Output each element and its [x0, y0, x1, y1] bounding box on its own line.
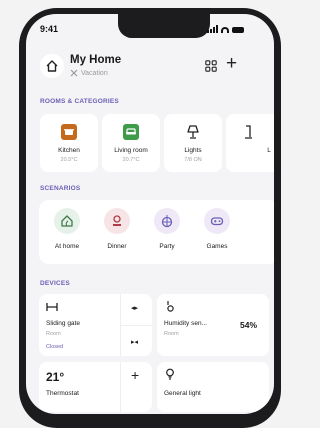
- home-button[interactable]: [40, 54, 64, 78]
- device-name: Humidity sen...: [164, 320, 207, 327]
- device-state: Closed: [46, 344, 64, 350]
- scenario-party[interactable]: Party: [145, 208, 189, 250]
- lamp-icon: [244, 124, 260, 140]
- scenario-label: Party: [159, 243, 175, 250]
- add-button[interactable]: +: [226, 54, 237, 73]
- scenario-label: Dinner: [107, 243, 127, 250]
- room-name: Living room: [114, 147, 148, 154]
- thermostat-value: 21°: [46, 370, 65, 384]
- room-card-lights[interactable]: Lights 7/8 ON: [164, 114, 222, 172]
- home-leaf-icon: [54, 208, 80, 234]
- room-card-kitchen[interactable]: Kitchen 20.5°C: [40, 114, 98, 172]
- device-name: Sliding gate: [46, 320, 80, 327]
- device-room: Room: [164, 331, 179, 337]
- status-time: 9:41: [40, 24, 59, 34]
- device-room: Room: [46, 331, 61, 337]
- devices-section-label: DEVICES: [40, 280, 70, 287]
- scenario-label: Games: [206, 243, 228, 250]
- scenario-at-home[interactable]: At home: [45, 208, 89, 250]
- grid-view-button[interactable]: [205, 59, 217, 77]
- home-subtitle-text: Vacation: [81, 69, 108, 77]
- humidity-value: 54%: [240, 320, 258, 330]
- gamepad-icon: [204, 208, 230, 234]
- device-card-sliding-gate[interactable]: Sliding gate Room Closed ◂▸ ▸◂: [39, 294, 152, 356]
- humidity-icon: [167, 301, 174, 312]
- header: My Home Vacation +: [40, 54, 260, 88]
- device-card-humidity[interactable]: Humidity sen... Room 54%: [157, 294, 269, 356]
- grid-icon: [205, 60, 217, 72]
- room-temp: 20.5°C: [60, 157, 78, 163]
- dinner-icon: [104, 208, 130, 234]
- bulb-icon: [166, 368, 174, 380]
- lights-count: 7/8 ON: [184, 157, 202, 163]
- room-card-living-room[interactable]: Living room 20.7°C: [102, 114, 160, 172]
- gate-icon: [46, 303, 58, 311]
- device-card-thermostat[interactable]: 21° Thermostat +: [39, 362, 152, 412]
- home-subtitle: Vacation: [70, 69, 108, 77]
- signal-icon: [207, 25, 218, 33]
- gate-open-button[interactable]: ◂▸: [131, 304, 138, 312]
- room-name: L: [267, 147, 271, 154]
- pot-icon: [61, 124, 77, 140]
- divider: [121, 325, 152, 326]
- status-icons: [207, 25, 244, 33]
- house-icon: [46, 60, 58, 72]
- room-name: Kitchen: [58, 147, 80, 154]
- sofa-icon: [123, 124, 139, 140]
- notch: [118, 14, 210, 38]
- page-title: My Home: [70, 54, 122, 66]
- gate-close-button[interactable]: ▸◂: [131, 338, 138, 346]
- rooms-section-label: ROOMS & CATEGORIES: [40, 98, 119, 105]
- divider: [120, 362, 121, 412]
- scenario-label: At home: [54, 243, 80, 250]
- app-screen: 9:41 My Home Vacation + ROOMS & CATEGORI…: [26, 14, 274, 414]
- lamp-icon: [185, 124, 201, 140]
- disco-ball-icon: [154, 208, 180, 234]
- scenarios-panel: At home Dinner Party Games: [39, 200, 274, 264]
- scenario-dinner[interactable]: Dinner: [95, 208, 139, 250]
- vacation-icon: [70, 69, 78, 77]
- scenarios-section-label: SCENARIOS: [40, 185, 81, 192]
- wifi-icon: [221, 27, 229, 33]
- device-card-general-light[interactable]: General light: [157, 362, 269, 412]
- room-card-partial[interactable]: L: [226, 114, 274, 172]
- thermostat-increase-button[interactable]: +: [131, 367, 139, 383]
- room-name: Lights: [184, 147, 202, 154]
- scenario-games[interactable]: Games: [195, 208, 239, 250]
- battery-icon: [232, 27, 244, 33]
- room-temp: 20.7°C: [122, 157, 140, 163]
